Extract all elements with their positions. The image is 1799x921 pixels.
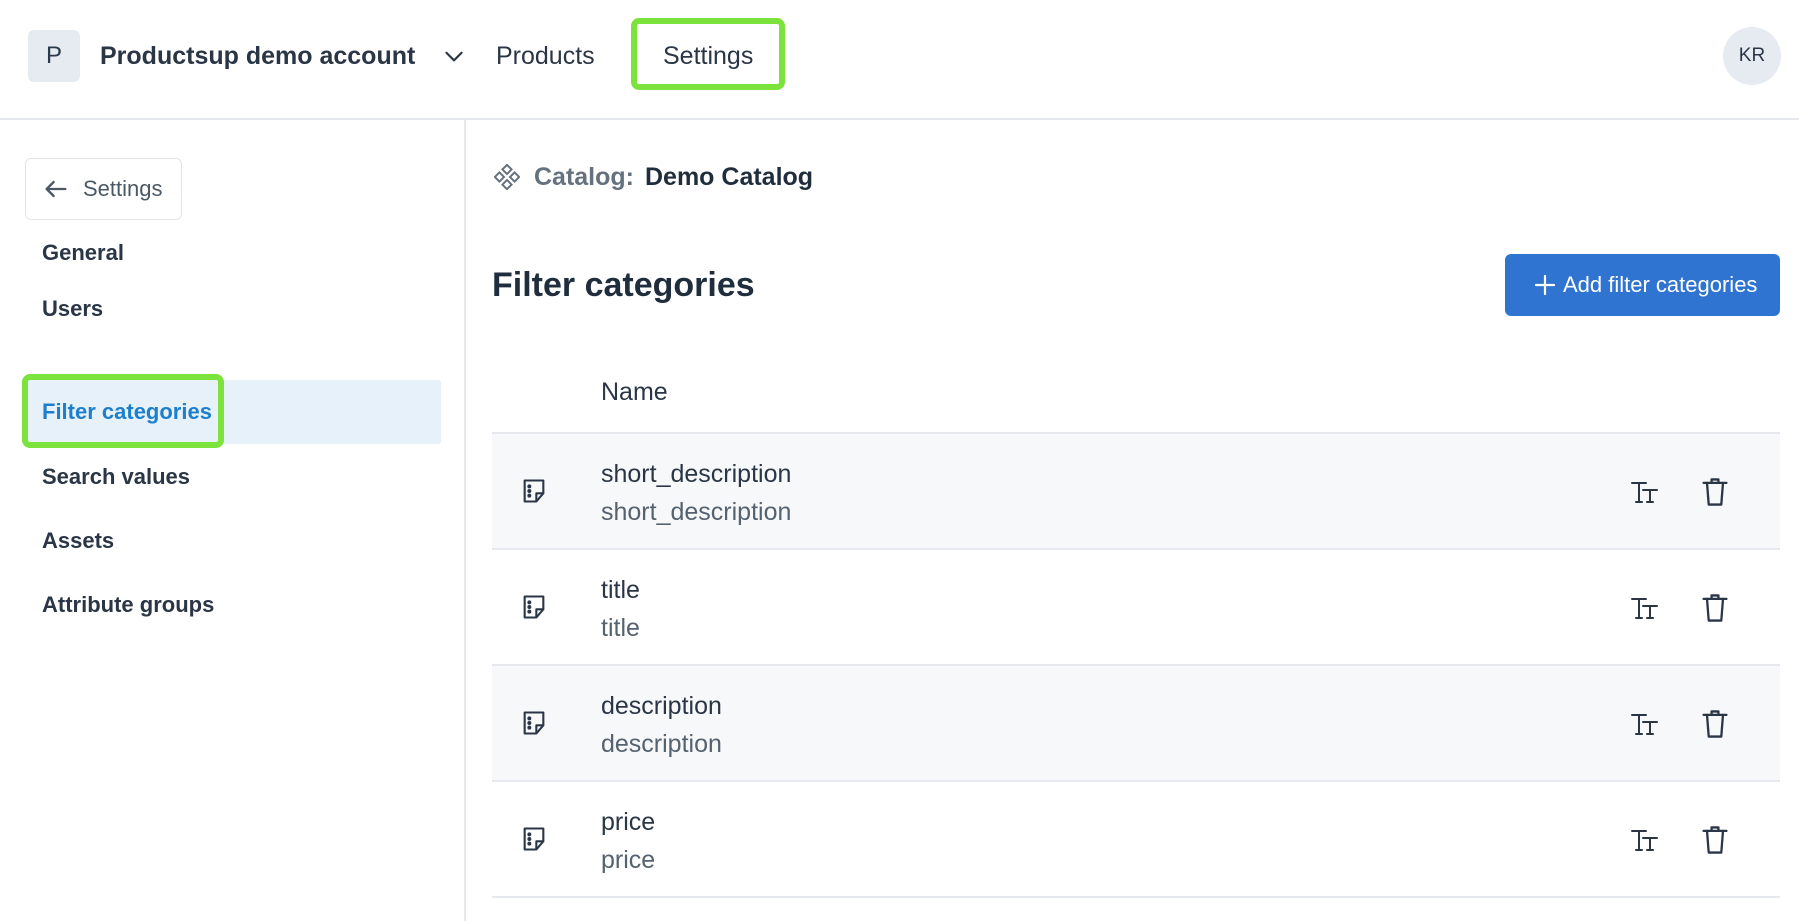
- text-size-icon[interactable]: [1629, 708, 1661, 740]
- sidebar-item-assets[interactable]: Assets: [23, 509, 441, 573]
- row-title: title: [601, 576, 640, 604]
- add-filter-categories-button[interactable]: Add filter categories: [1505, 254, 1780, 316]
- sidebar: Settings General Users Filter categories…: [0, 120, 466, 921]
- note-icon: [520, 593, 548, 621]
- note-icon: [520, 825, 548, 853]
- account-name[interactable]: Productsup demo account: [100, 38, 415, 74]
- column-header-name[interactable]: Name: [601, 374, 668, 410]
- catalog-name: Demo Catalog: [645, 163, 814, 191]
- table-row[interactable]: short_description short_description: [492, 434, 1780, 550]
- sidebar-item-general[interactable]: General: [23, 221, 441, 285]
- trash-icon[interactable]: [1701, 708, 1729, 740]
- sidebar-item-attribute-groups[interactable]: Attribute groups: [23, 573, 441, 637]
- page-title: Filter categories: [492, 266, 755, 304]
- account-avatar[interactable]: P: [28, 30, 80, 82]
- row-title: short_description: [601, 460, 792, 488]
- add-button-label: Add filter categories: [1563, 272, 1758, 297]
- table-row[interactable]: description description: [492, 666, 1780, 782]
- arrow-left-icon: [42, 175, 70, 203]
- sidebar-item-users[interactable]: Users: [23, 277, 441, 341]
- back-button-label: Settings: [83, 176, 163, 201]
- row-title: description: [601, 692, 722, 720]
- user-avatar[interactable]: KR: [1723, 27, 1781, 85]
- text-size-icon[interactable]: [1629, 824, 1661, 856]
- top-bar: P Productsup demo account Products Setti…: [0, 0, 1799, 120]
- nav-products[interactable]: Products: [496, 38, 595, 74]
- back-to-settings-button[interactable]: Settings: [25, 158, 182, 220]
- catalog-label: Catalog:: [534, 163, 634, 191]
- table-row[interactable]: title title: [492, 550, 1780, 666]
- chevron-down-icon[interactable]: [438, 40, 470, 72]
- row-subtitle: short_description: [601, 498, 792, 526]
- catalog-icon: [493, 163, 521, 191]
- trash-icon[interactable]: [1701, 592, 1729, 624]
- text-size-icon[interactable]: [1629, 476, 1661, 508]
- nav-settings[interactable]: Settings: [663, 38, 753, 74]
- sidebar-item-search-values[interactable]: Search values: [23, 445, 441, 509]
- plus-icon: [1533, 273, 1557, 297]
- text-size-icon[interactable]: [1629, 592, 1661, 624]
- note-icon: [520, 709, 548, 737]
- note-icon: [520, 477, 548, 505]
- table-row[interactable]: price price: [492, 782, 1780, 898]
- row-subtitle: price: [601, 846, 656, 874]
- trash-icon[interactable]: [1701, 824, 1729, 856]
- row-subtitle: description: [601, 730, 722, 758]
- trash-icon[interactable]: [1701, 476, 1729, 508]
- row-title: price: [601, 808, 656, 836]
- sidebar-item-filter-categories[interactable]: Filter categories: [23, 380, 441, 444]
- row-subtitle: title: [601, 614, 640, 642]
